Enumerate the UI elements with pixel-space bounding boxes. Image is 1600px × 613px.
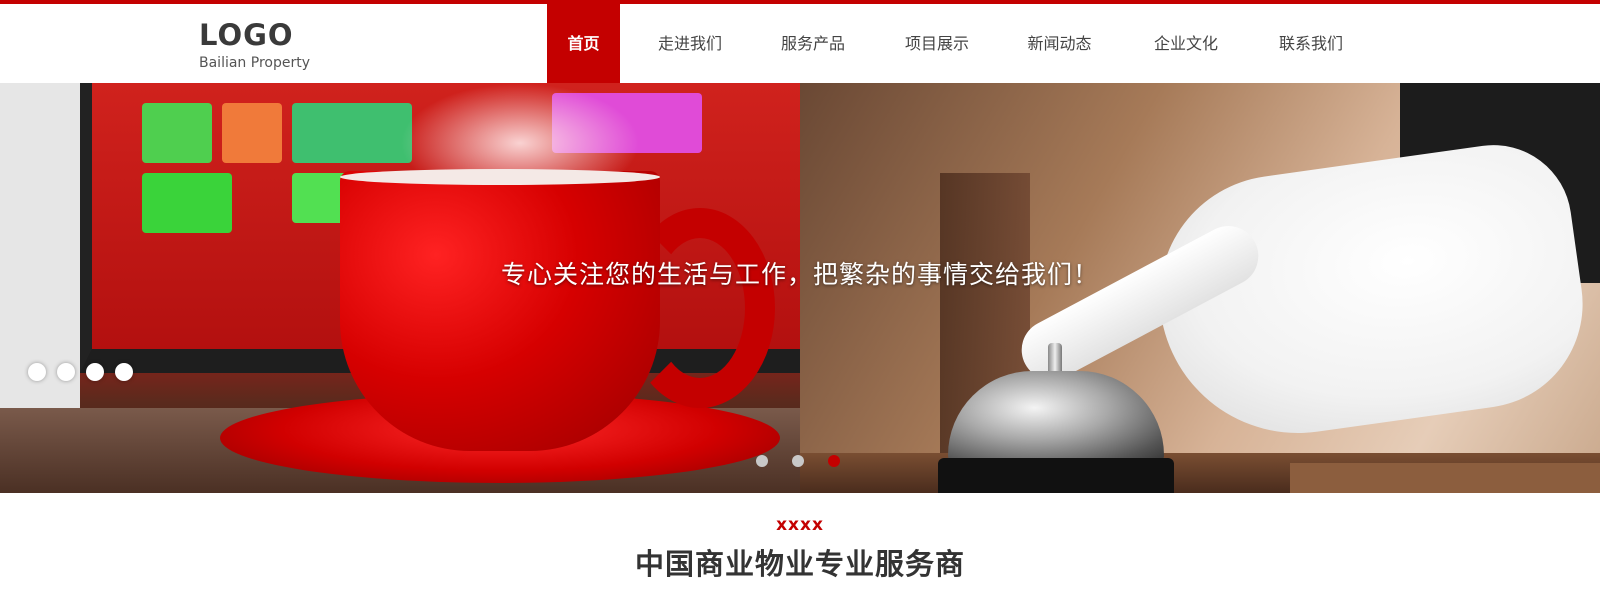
banner-tagline: 专心关注您的生活与工作，把繁杂的事情交给我们！ bbox=[500, 260, 1099, 289]
section-kicker: xxxx bbox=[776, 515, 824, 535]
logo-main-text: LOGO bbox=[199, 18, 294, 52]
nav-item-home[interactable]: 首页 bbox=[547, 4, 620, 83]
slide-dot-3[interactable] bbox=[828, 455, 840, 467]
logo-sub-text: Bailian Property bbox=[199, 55, 310, 71]
slide-pagination bbox=[756, 455, 840, 467]
nav-item-news[interactable]: 新闻动态 bbox=[1008, 4, 1111, 83]
nav-item-projects[interactable]: 项目展示 bbox=[866, 4, 1008, 83]
slide-dot-1[interactable] bbox=[756, 455, 768, 467]
left-indicator-dot[interactable] bbox=[57, 363, 75, 381]
slide-dot-2[interactable] bbox=[792, 455, 804, 467]
left-indicator-dot[interactable] bbox=[115, 363, 133, 381]
nav-item-contact[interactable]: 联系我们 bbox=[1261, 4, 1361, 83]
left-indicator-dot[interactable] bbox=[28, 363, 46, 381]
left-indicator-dot[interactable] bbox=[86, 363, 104, 381]
section-title: 中国商业物业专业服务商 bbox=[634, 547, 965, 581]
red-cup bbox=[340, 171, 660, 451]
nav-item-culture[interactable]: 企业文化 bbox=[1111, 4, 1261, 83]
hero-banner: 专心关注您的生活与工作，把繁杂的事情交给我们！ bbox=[0, 83, 1600, 493]
main-nav: 首页 走进我们 服务产品 项目展示 新闻动态 企业文化 联系我们 bbox=[547, 4, 1361, 83]
nav-item-about[interactable]: 走进我们 bbox=[620, 4, 760, 83]
site-header: LOGO Bailian Property 首页 走进我们 服务产品 项目展示 … bbox=[0, 4, 1600, 83]
steam bbox=[400, 83, 640, 183]
nav-item-services[interactable]: 服务产品 bbox=[760, 4, 866, 83]
section-header: xxxx 中国商业物业专业服务商 bbox=[0, 515, 1600, 583]
logo[interactable]: LOGO Bailian Property bbox=[199, 18, 310, 72]
left-slide-indicators bbox=[28, 363, 133, 381]
